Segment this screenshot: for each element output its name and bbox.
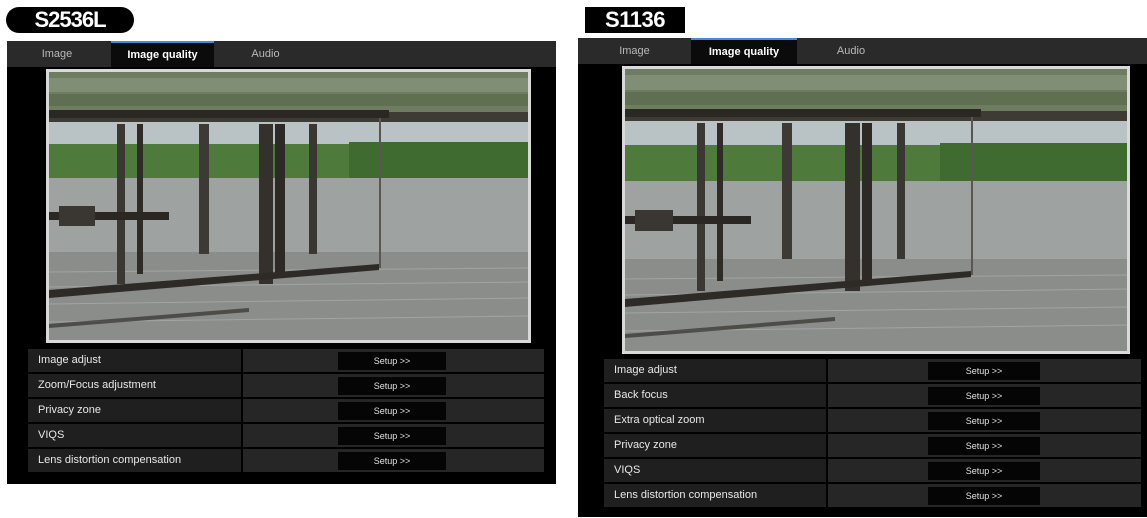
row-label: Extra optical zoom	[604, 409, 826, 432]
settings-row: VIQS Setup >>	[604, 459, 1141, 484]
privacy-zone-setup-button[interactable]: Setup >>	[338, 402, 446, 420]
tab-image[interactable]: Image	[578, 38, 691, 64]
row-label: Zoom/Focus adjustment	[28, 374, 241, 397]
camera-scene	[625, 69, 1127, 351]
extra-optical-zoom-setup-button[interactable]: Setup >>	[928, 412, 1040, 430]
settings-list: Image adjust Setup >> Back focus Setup >…	[604, 359, 1141, 509]
camera-setup-panel-left: Image Image quality Audio Image adjust S…	[7, 41, 556, 484]
row-label: Image adjust	[28, 349, 241, 372]
image-adjust-setup-button[interactable]: Setup >>	[928, 362, 1040, 380]
row-label: VIQS	[604, 459, 826, 482]
privacy-zone-setup-button[interactable]: Setup >>	[928, 437, 1040, 455]
row-label: Back focus	[604, 384, 826, 407]
settings-row: Lens distortion compensation Setup >>	[604, 484, 1141, 509]
settings-row: Image adjust Setup >>	[604, 359, 1141, 384]
settings-row: VIQS Setup >>	[28, 424, 544, 449]
model-badge-s1136: S1136	[585, 7, 685, 33]
camera-live-image	[46, 69, 531, 343]
tab-audio[interactable]: Audio	[797, 38, 905, 64]
settings-row: Privacy zone Setup >>	[28, 399, 544, 424]
settings-row: Zoom/Focus adjustment Setup >>	[28, 374, 544, 399]
row-label: VIQS	[28, 424, 241, 447]
tab-bar: Image Image quality Audio	[578, 38, 1147, 64]
tab-image-quality[interactable]: Image quality	[111, 41, 214, 67]
settings-row: Back focus Setup >>	[604, 384, 1141, 409]
row-label: Privacy zone	[604, 434, 826, 457]
lens-distortion-setup-button[interactable]: Setup >>	[338, 452, 446, 470]
settings-row: Lens distortion compensation Setup >>	[28, 449, 544, 474]
lens-distortion-setup-button[interactable]: Setup >>	[928, 487, 1040, 505]
camera-live-image	[622, 66, 1130, 354]
camera-scene	[49, 72, 528, 340]
tab-audio[interactable]: Audio	[214, 41, 317, 67]
settings-row: Privacy zone Setup >>	[604, 434, 1141, 459]
image-adjust-setup-button[interactable]: Setup >>	[338, 352, 446, 370]
row-label: Image adjust	[604, 359, 826, 382]
model-badge-s2536l: S2536L	[6, 7, 134, 33]
zoom-focus-setup-button[interactable]: Setup >>	[338, 377, 446, 395]
settings-row: Extra optical zoom Setup >>	[604, 409, 1141, 434]
settings-row: Image adjust Setup >>	[28, 349, 544, 374]
viqs-setup-button[interactable]: Setup >>	[338, 427, 446, 445]
camera-setup-panel-right: Image Image quality Audio Image adjust S…	[578, 38, 1147, 517]
tab-bar: Image Image quality Audio	[7, 41, 556, 67]
settings-list: Image adjust Setup >> Zoom/Focus adjustm…	[28, 349, 544, 474]
tab-image[interactable]: Image	[7, 41, 107, 67]
tab-image-quality[interactable]: Image quality	[691, 38, 797, 64]
row-label: Lens distortion compensation	[604, 484, 826, 507]
back-focus-setup-button[interactable]: Setup >>	[928, 387, 1040, 405]
row-label: Privacy zone	[28, 399, 241, 422]
viqs-setup-button[interactable]: Setup >>	[928, 462, 1040, 480]
row-label: Lens distortion compensation	[28, 449, 241, 472]
